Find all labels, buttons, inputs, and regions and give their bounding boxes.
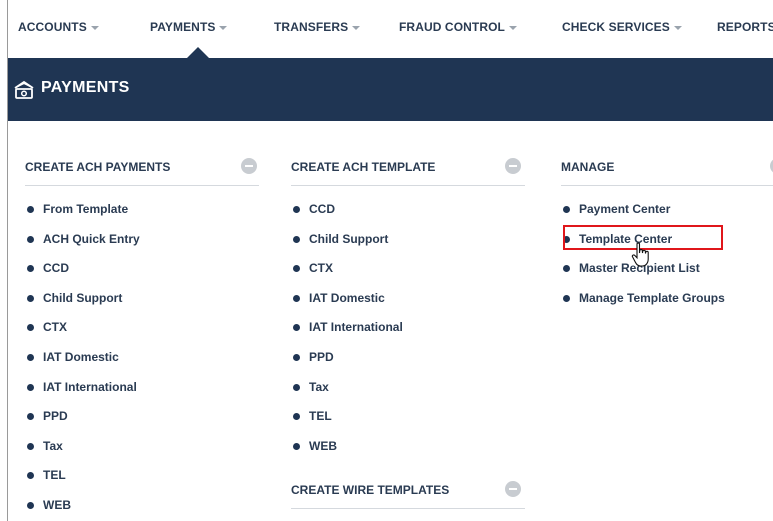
nav-check-services[interactable]: CHECK SERVICES	[562, 20, 682, 34]
link-ccd[interactable]: CCD	[291, 200, 525, 230]
collapse-icon[interactable]	[505, 481, 521, 498]
link-iat-domestic[interactable]: IAT Domestic	[291, 289, 525, 319]
section-title: CREATE ACH PAYMENTS	[25, 160, 171, 174]
nav-reports[interactable]: REPORTS	[717, 20, 773, 34]
link-ccd[interactable]: CCD	[25, 259, 259, 289]
top-navigation: ACCOUNTS PAYMENTS TRANSFERS FRAUD CONTRO…	[8, 0, 773, 59]
nav-fraud-control[interactable]: FRAUD CONTROL	[399, 20, 517, 34]
column-manage: MANAGE Payment Center Template Center Ma…	[561, 155, 773, 318]
link-iat-international[interactable]: IAT International	[25, 378, 259, 408]
link-tel[interactable]: TEL	[25, 466, 259, 496]
link-list: Payment Center Template Center Master Re…	[561, 200, 773, 318]
link-iat-international[interactable]: IAT International	[291, 318, 525, 348]
payments-page: ACCOUNTS PAYMENTS TRANSFERS FRAUD CONTRO…	[7, 0, 773, 521]
link-template-center[interactable]: Template Center	[561, 224, 773, 260]
link-ctx[interactable]: CTX	[291, 259, 525, 289]
active-nav-indicator	[186, 47, 210, 59]
link-master-recipient-list[interactable]: Master Recipient List	[561, 259, 773, 289]
link-tax[interactable]: Tax	[25, 437, 259, 467]
chevron-down-icon	[673, 25, 682, 30]
column-create-ach-template: CREATE ACH TEMPLATE CCD Child Support CT…	[291, 155, 525, 510]
chevron-down-icon	[352, 25, 361, 30]
section-header: CREATE ACH PAYMENTS	[25, 155, 259, 186]
section-title: CREATE ACH TEMPLATE	[291, 160, 436, 174]
section-header: MANAGE	[561, 155, 773, 186]
chevron-down-icon	[219, 25, 228, 30]
link-list: From Template ACH Quick Entry CCD Child …	[25, 200, 259, 521]
collapse-icon[interactable]	[241, 158, 257, 174]
section-title: MANAGE	[561, 160, 615, 174]
link-tel[interactable]: TEL	[291, 407, 525, 437]
link-from-template[interactable]: From Template	[25, 200, 259, 230]
link-manage-template-groups[interactable]: Manage Template Groups	[561, 289, 773, 319]
column-create-ach-payments: CREATE ACH PAYMENTS From Template ACH Qu…	[25, 155, 259, 521]
link-ppd[interactable]: PPD	[25, 407, 259, 437]
link-web[interactable]: WEB	[25, 496, 259, 521]
link-ach-quick-entry[interactable]: ACH Quick Entry	[25, 230, 259, 260]
page-header-banner: PAYMENTS	[8, 58, 773, 121]
link-list: CCD Child Support CTX IAT Domestic IAT I…	[291, 200, 525, 466]
hand-cursor-icon	[631, 242, 649, 267]
page-title: PAYMENTS	[41, 79, 130, 96]
link-tax[interactable]: Tax	[291, 378, 525, 408]
link-web[interactable]: WEB	[291, 437, 525, 467]
collapse-icon[interactable]	[505, 158, 521, 174]
link-child-support[interactable]: Child Support	[25, 289, 259, 319]
chevron-down-icon	[90, 25, 99, 30]
link-iat-domestic[interactable]: IAT Domestic	[25, 348, 259, 378]
nav-transfers[interactable]: TRANSFERS	[274, 20, 361, 34]
section-title: CREATE WIRE TEMPLATES	[291, 483, 450, 498]
link-ppd[interactable]: PPD	[291, 348, 525, 378]
link-child-support[interactable]: Child Support	[291, 230, 525, 260]
payments-icon	[14, 80, 34, 99]
chevron-down-icon	[508, 25, 517, 30]
link-ctx[interactable]: CTX	[25, 318, 259, 348]
section-header-wire-templates: CREATE WIRE TEMPLATES	[291, 478, 525, 510]
nav-accounts[interactable]: ACCOUNTS	[18, 20, 99, 34]
section-header: CREATE ACH TEMPLATE	[291, 155, 525, 186]
nav-payments[interactable]: PAYMENTS	[150, 20, 228, 34]
